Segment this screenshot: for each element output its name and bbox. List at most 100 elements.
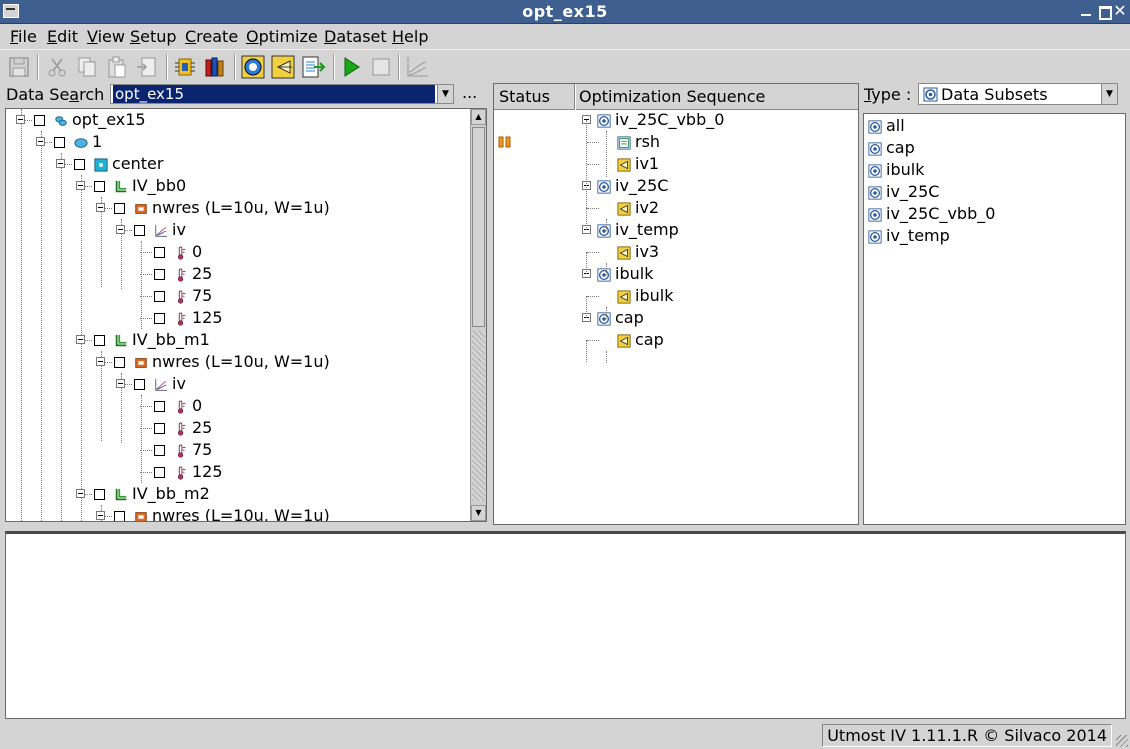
tree-node[interactable]: 25 (154, 417, 212, 439)
tree-node[interactable]: 0 (154, 395, 202, 417)
node-checkbox[interactable] (94, 181, 105, 192)
collapse-icon[interactable] (36, 137, 45, 146)
subset-item[interactable]: cap (868, 137, 915, 159)
sequence-item[interactable]: rsh (617, 131, 660, 153)
scroll-track[interactable] (472, 331, 485, 501)
tree-node[interactable]: nwres (L=10u, W=1u) (114, 351, 330, 373)
node-checkbox[interactable] (154, 467, 165, 478)
maximize-icon[interactable] (1096, 3, 1112, 20)
sequence-item[interactable]: cap (617, 329, 664, 351)
scroll-down-icon[interactable]: ▼ (471, 505, 486, 521)
sequence-item[interactable]: iv1 (617, 153, 659, 175)
tree-node[interactable]: 75 (154, 439, 212, 461)
minimize-icon[interactable] (1078, 3, 1094, 19)
tree-node[interactable]: center (74, 153, 163, 175)
menu-file[interactable]: File (10, 27, 37, 46)
node-checkbox[interactable] (154, 401, 165, 412)
data-tree[interactable]: ▲ ▼ opt_ex15 1 center IV_bb0 nwres (L=10u, W… (5, 108, 487, 522)
collapse-icon[interactable] (96, 203, 105, 212)
stop-icon[interactable] (368, 54, 394, 80)
tree-node[interactable]: 125 (154, 461, 223, 483)
node-checkbox[interactable] (34, 115, 45, 126)
chevron-down-icon[interactable]: ▼ (437, 85, 453, 103)
tree-scrollbar[interactable]: ▲ ▼ (470, 109, 486, 521)
device-icon[interactable] (172, 54, 198, 80)
node-checkbox[interactable] (154, 423, 165, 434)
data-search-value[interactable]: opt_ex15 (113, 85, 435, 103)
library-icon[interactable] (202, 54, 228, 80)
paste-icon[interactable] (104, 54, 130, 80)
sequence-item[interactable]: ibulk (617, 285, 673, 307)
close-icon[interactable]: ✕ (1112, 3, 1128, 19)
node-checkbox[interactable] (114, 357, 125, 368)
collapse-icon[interactable] (56, 159, 65, 168)
menu-create[interactable]: Create (185, 27, 238, 46)
tree-node[interactable]: iv (134, 373, 186, 395)
copy-icon[interactable] (74, 54, 100, 80)
collapse-icon[interactable] (76, 181, 85, 190)
tree-node[interactable]: opt_ex15 (34, 109, 146, 131)
tree-node[interactable]: nwres (L=10u, W=1u) (114, 197, 330, 219)
menu-view[interactable]: View (87, 27, 125, 46)
tree-node[interactable]: IV_bb0 (94, 175, 186, 197)
subset-item[interactable]: iv_temp (868, 225, 950, 247)
subset-item[interactable]: ibulk (868, 159, 924, 181)
export-icon[interactable] (300, 54, 326, 80)
menu-dataset[interactable]: Dataset (324, 27, 387, 46)
node-checkbox[interactable] (54, 137, 65, 148)
type-combo[interactable]: Data Subsets ▼ (918, 83, 1118, 105)
collapse-icon[interactable] (96, 357, 105, 366)
node-checkbox[interactable] (154, 269, 165, 280)
data-search-combo[interactable]: opt_ex15 ▼ (110, 84, 454, 104)
simulate-icon[interactable] (270, 54, 296, 80)
menu-edit[interactable]: Edit (47, 27, 78, 46)
status-column-header[interactable]: Status (499, 87, 550, 106)
data-subsets-list[interactable]: all cap ibulk iv_25C iv_25C_vbb_0 iv_temp (863, 113, 1126, 525)
sequence-item[interactable]: iv3 (617, 241, 659, 263)
tree-node[interactable]: IV_bb_m2 (94, 483, 210, 505)
more-button[interactable]: ... (462, 83, 477, 102)
run-icon[interactable] (338, 54, 364, 80)
tree-node[interactable]: nwres (L=10u, W=1u) (114, 505, 330, 521)
collapse-icon[interactable] (16, 115, 25, 124)
plot-icon[interactable] (404, 54, 430, 80)
node-checkbox[interactable] (114, 511, 125, 521)
sequence-item[interactable]: cap (597, 307, 644, 329)
node-checkbox[interactable] (94, 335, 105, 346)
log-output-panel[interactable] (5, 531, 1126, 719)
collapse-icon[interactable] (76, 335, 85, 344)
sequence-item[interactable]: iv_temp (597, 219, 679, 241)
tree-node[interactable]: 0 (154, 241, 202, 263)
chevron-down-icon[interactable]: ▼ (1101, 84, 1117, 104)
node-checkbox[interactable] (154, 291, 165, 302)
subset-item[interactable]: iv_25C (868, 181, 939, 203)
node-checkbox[interactable] (74, 159, 85, 170)
sequence-item[interactable]: iv2 (617, 197, 659, 219)
tree-node[interactable]: 25 (154, 263, 212, 285)
collapse-icon[interactable] (76, 489, 85, 498)
subset-item[interactable]: all (868, 115, 905, 137)
scroll-thumb[interactable] (472, 127, 485, 327)
resize-grip-icon[interactable] (1116, 735, 1128, 747)
tree-node[interactable]: IV_bb_m1 (94, 329, 210, 351)
sequence-item[interactable]: iv_25C (597, 175, 668, 197)
node-checkbox[interactable] (154, 445, 165, 456)
collapse-icon[interactable] (96, 511, 105, 520)
node-checkbox[interactable] (134, 225, 145, 236)
scroll-up-icon[interactable]: ▲ (471, 109, 486, 125)
save-icon[interactable] (6, 54, 32, 80)
tree-node[interactable]: 125 (154, 307, 223, 329)
node-checkbox[interactable] (94, 489, 105, 500)
collapse-icon[interactable] (116, 379, 125, 388)
collapse-icon[interactable] (116, 225, 125, 234)
node-checkbox[interactable] (134, 379, 145, 390)
import-icon[interactable] (134, 54, 160, 80)
cut-icon[interactable] (44, 54, 70, 80)
sequence-item[interactable]: iv_25C_vbb_0 (597, 109, 724, 131)
tree-node[interactable]: iv (134, 219, 186, 241)
node-checkbox[interactable] (114, 203, 125, 214)
column-divider[interactable] (574, 84, 576, 110)
menu-setup[interactable]: Setup (130, 27, 177, 46)
target-icon[interactable] (240, 54, 266, 80)
subset-item[interactable]: iv_25C_vbb_0 (868, 203, 995, 225)
